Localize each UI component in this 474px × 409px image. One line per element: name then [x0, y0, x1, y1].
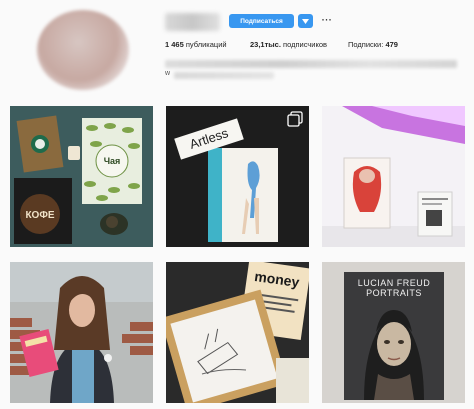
- post-thumbnail-4[interactable]: [10, 262, 153, 403]
- post-6-title-2: PORTRAITS: [366, 288, 422, 298]
- post-2-image: Artless: [166, 106, 309, 247]
- post-thumbnail-5[interactable]: money: [166, 262, 309, 403]
- post-thumbnail-3[interactable]: [322, 106, 465, 247]
- post-3-image: [322, 106, 465, 247]
- post-1-title-coffee: КОФЕ: [25, 210, 54, 221]
- post-4-image: [10, 262, 153, 403]
- post-5-image: money: [166, 262, 309, 403]
- more-dots-icon: ···: [321, 15, 333, 25]
- post-thumbnail-6[interactable]: LUCIAN FREUD PORTRAITS: [322, 262, 465, 403]
- profile-avatar[interactable]: [37, 10, 129, 90]
- followers-label: подписчиков: [283, 40, 328, 49]
- caret-down-icon: [302, 18, 309, 24]
- following-count: 479: [385, 40, 398, 49]
- profile-username: [165, 13, 220, 31]
- follow-button[interactable]: Подписаться: [229, 14, 294, 28]
- follow-dropdown-button[interactable]: [298, 14, 313, 28]
- profile-bio-line: [165, 60, 457, 68]
- post-thumbnail-1[interactable]: Чая КОФЕ: [10, 106, 153, 247]
- followers-stat[interactable]: 23,1тыс. подписчиков: [250, 40, 327, 49]
- post-1-image: Чая КОФЕ: [10, 106, 153, 247]
- profile-bio-fragment: w: [165, 70, 171, 77]
- post-thumbnail-2[interactable]: Artless: [166, 106, 309, 247]
- posts-count: 1 465: [165, 40, 184, 49]
- following-stat[interactable]: Подписки: 479: [348, 40, 398, 49]
- post-1-title-tea: Чая: [104, 156, 121, 166]
- posts-label: публикаций: [185, 40, 227, 49]
- more-options-button[interactable]: ···: [320, 13, 334, 27]
- profile-website-link[interactable]: [174, 72, 274, 79]
- post-6-title-1: LUCIAN FREUD: [358, 278, 431, 288]
- following-label: Подписки:: [348, 40, 384, 49]
- posts-stat: 1 465 публикаций: [165, 40, 227, 49]
- post-6-image: LUCIAN FREUD PORTRAITS: [322, 262, 465, 403]
- followers-count: 23,1тыс.: [250, 40, 281, 49]
